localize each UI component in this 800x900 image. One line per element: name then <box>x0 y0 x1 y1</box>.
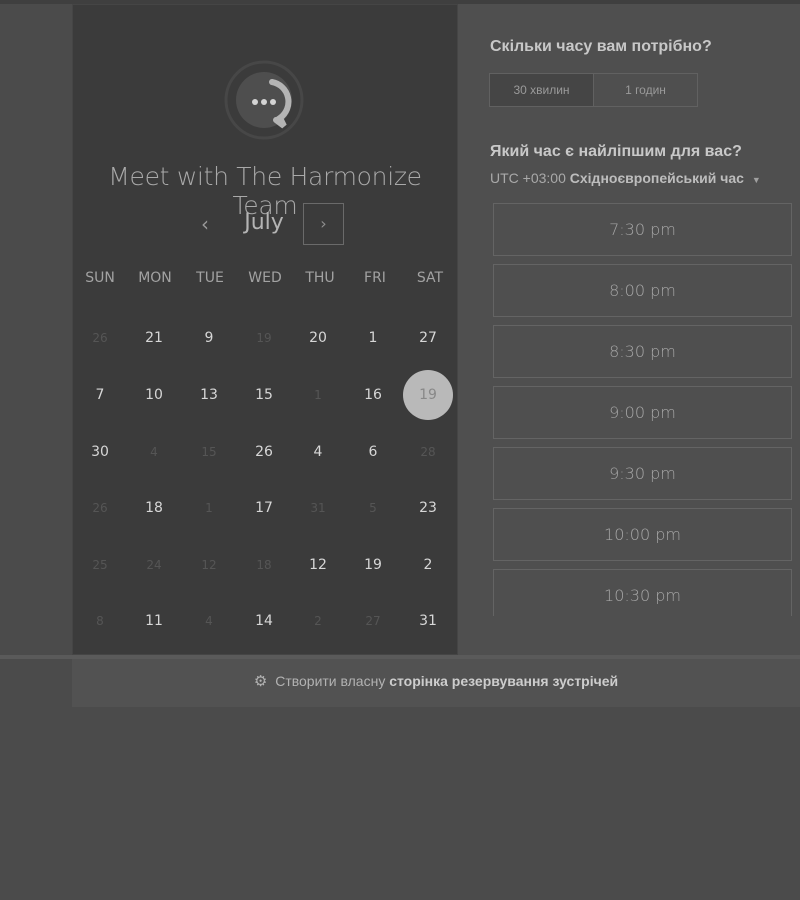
calendar-day: 12 <box>201 558 217 572</box>
time-slot-button[interactable]: 9:30 pm <box>493 447 792 500</box>
weekday-label: SUN <box>85 270 115 286</box>
calendar-day[interactable]: 21 <box>130 314 178 362</box>
time-slot-button[interactable]: 8:30 pm <box>493 325 792 378</box>
calendar-day: 26 <box>92 501 108 515</box>
month-navigation: ‹ July › <box>72 202 458 248</box>
time-question: Який час є найліпшим для вас? <box>490 143 742 160</box>
calendar-day[interactable]: 31 <box>404 597 452 645</box>
calendar-day[interactable]: 11 <box>130 597 178 645</box>
calendar-day[interactable]: 15 <box>240 371 288 419</box>
calendar-day[interactable]: 23 <box>404 484 452 532</box>
calendar-day[interactable]: 6 <box>349 428 397 476</box>
timezone-selector[interactable]: UTC +03:00 Східноєвропейський час ▼ <box>490 170 761 186</box>
calendar-day: 26 <box>92 331 108 345</box>
calendar-day: 24 <box>146 558 162 572</box>
calendar-day[interactable]: 18 <box>130 484 178 532</box>
calendar-day: 5 <box>369 501 377 515</box>
chevron-right-icon: › <box>320 214 327 233</box>
weekday-label: MON <box>138 270 172 286</box>
time-slot-list[interactable]: 7:30 pm 8:00 pm 8:30 pm 9:00 pm 9:30 pm 10:00… <box>493 203 793 616</box>
calendar-day: 4 <box>205 614 213 628</box>
footer-cta: ⚙ Створити власну сторінка резервування … <box>72 659 800 707</box>
timezone-name: Східноєвропейський час <box>569 170 744 186</box>
calendar-day: 4 <box>150 445 158 459</box>
calendar-day: 25 <box>92 558 108 572</box>
calendar-day: 8 <box>96 614 104 628</box>
calendar-day[interactable]: 20 <box>294 314 342 362</box>
duration-30-min-button[interactable]: 30 хвилин <box>490 74 593 106</box>
time-slot-button[interactable]: 7:30 pm <box>493 203 792 256</box>
calendar-day: 27 <box>365 614 381 628</box>
weekday-label: FRI <box>364 270 386 286</box>
time-slot-button[interactable]: 10:00 pm <box>493 508 792 561</box>
calendar-day: 28 <box>420 445 436 459</box>
calendar-day: 2 <box>314 614 322 628</box>
caret-down-icon: ▼ <box>751 175 761 185</box>
calendar-day: 31 <box>310 501 326 515</box>
calendar-day[interactable]: 7 <box>76 371 124 419</box>
calendar-day[interactable]: 2 <box>404 541 452 589</box>
time-slot-button[interactable]: 9:00 pm <box>493 386 792 439</box>
duration-question: Скільки часу вам потрібно? <box>490 38 712 55</box>
calendar-day[interactable]: 14 <box>240 597 288 645</box>
month-label: July <box>244 210 284 235</box>
calendar-day[interactable]: 10 <box>130 371 178 419</box>
footer-link[interactable]: сторінка резервування зустрічей <box>389 673 618 689</box>
calendar-day: 19 <box>256 331 272 345</box>
footer-prefix: Створити власну <box>275 673 386 689</box>
weekday-label: SAT <box>416 270 444 286</box>
calendar-day[interactable]: 9 <box>185 314 233 362</box>
time-slot-button[interactable]: 10:30 pm <box>493 569 792 616</box>
calendar-day[interactable]: 26 <box>240 428 288 476</box>
calendar-day: 15 <box>201 445 217 459</box>
weekday-label: THU <box>305 270 335 286</box>
calendar-day[interactable]: 12 <box>294 541 342 589</box>
calendar-day[interactable]: 17 <box>240 484 288 532</box>
calendar-day[interactable]: 30 <box>76 428 124 476</box>
calendar-day: 1 <box>314 388 322 402</box>
calendar-day[interactable]: 1 <box>349 314 397 362</box>
next-month-button[interactable]: › <box>303 203 344 245</box>
calendar-day[interactable]: 27 <box>404 314 452 362</box>
calendar-day-selected[interactable]: 19 <box>403 370 453 420</box>
weekday-label: WED <box>248 270 282 286</box>
weekday-label: TUE <box>196 270 224 286</box>
harmonize-logo <box>224 60 304 140</box>
calendar-day[interactable]: 13 <box>185 371 233 419</box>
timezone-offset: UTC +03:00 <box>490 170 566 186</box>
calendar-day[interactable]: 16 <box>349 371 397 419</box>
calendar-day: 1 <box>205 501 213 515</box>
weekday-header: SUN MON TUE WED THU FRI SAT <box>72 270 458 294</box>
sprocket-icon: ⚙ <box>253 673 268 690</box>
chevron-left-icon: ‹ <box>201 212 209 236</box>
calendar-day[interactable]: 4 <box>294 428 342 476</box>
time-slot-button[interactable]: 8:00 pm <box>493 264 792 317</box>
previous-month-button[interactable]: ‹ <box>188 208 222 242</box>
duration-selector: 30 хвилин 1 годин <box>489 73 698 107</box>
calendar-day[interactable]: 19 <box>349 541 397 589</box>
calendar-day: 18 <box>256 558 272 572</box>
duration-1-hour-button[interactable]: 1 годин <box>593 74 697 106</box>
